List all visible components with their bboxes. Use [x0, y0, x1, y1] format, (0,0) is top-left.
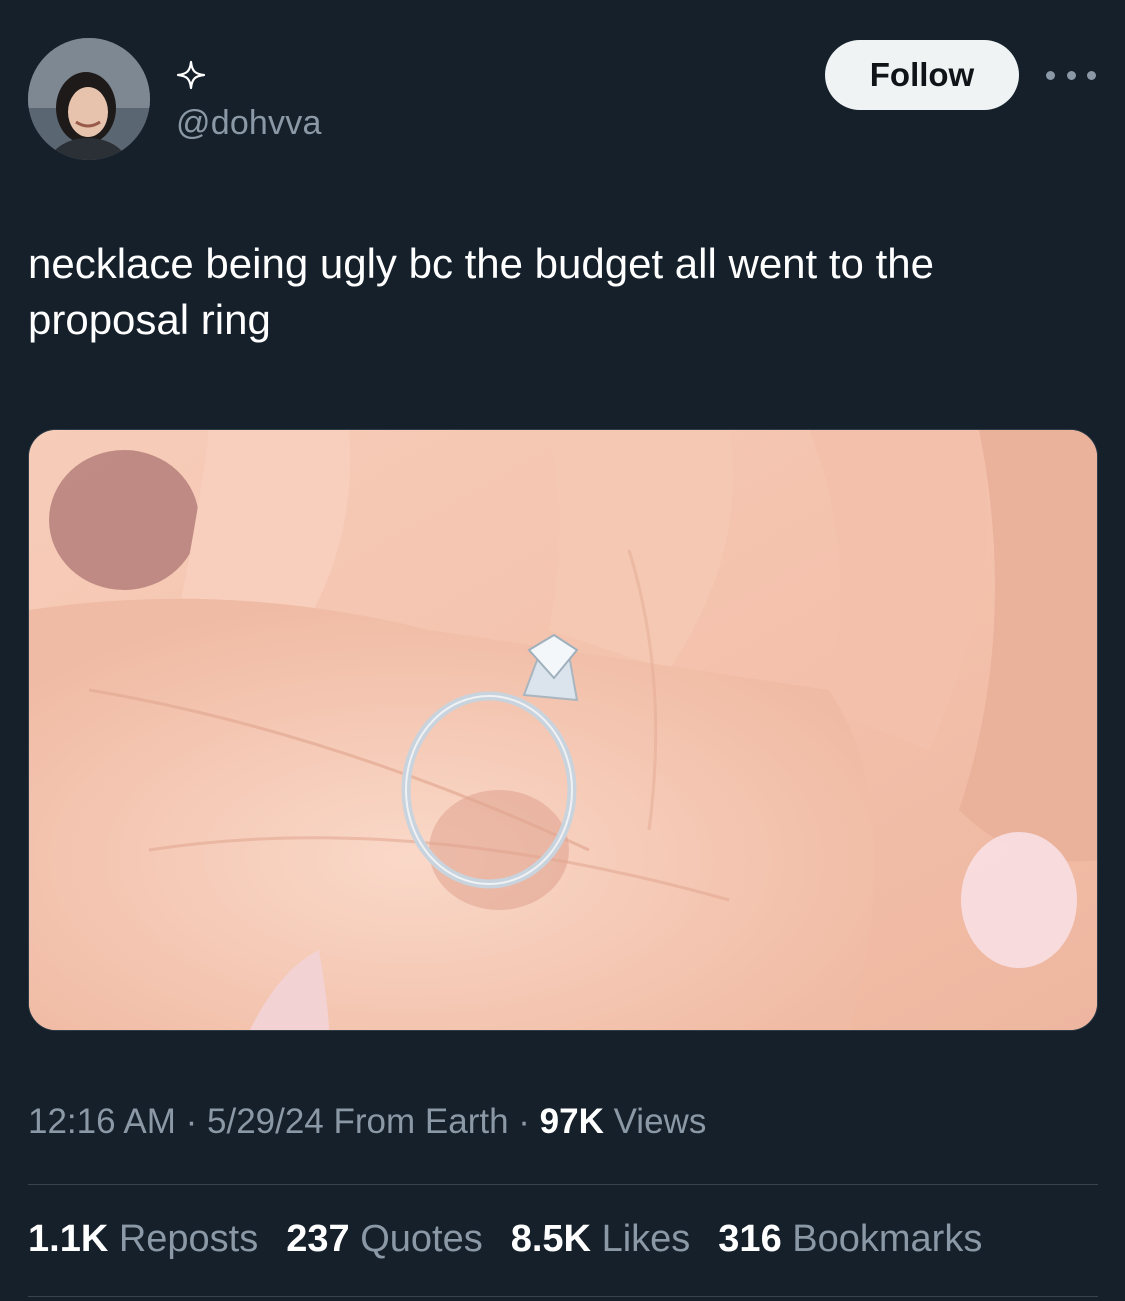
reposts-count: 1.1K: [28, 1218, 109, 1260]
quotes-stat[interactable]: 237 Quotes: [286, 1218, 482, 1261]
tweet-photo[interactable]: [28, 429, 1098, 1031]
engagement-stats: 1.1K Reposts 237 Quotes 8.5K Likes 316 B…: [28, 1218, 982, 1261]
bookmarks-count: 316: [718, 1218, 782, 1260]
reposts-label: Reposts: [108, 1218, 259, 1260]
views-count: 97K: [539, 1102, 604, 1141]
more-horizontal-icon: [1046, 70, 1055, 80]
likes-stat[interactable]: 8.5K Likes: [511, 1218, 691, 1261]
avatar-photo: [28, 38, 150, 160]
tweet-date[interactable]: 5/29/24: [207, 1102, 324, 1141]
bookmarks-label: Bookmarks: [781, 1218, 983, 1260]
divider: [28, 1184, 1098, 1185]
user-handle[interactable]: @dohvva: [176, 104, 322, 143]
tweet-time[interactable]: 12:16 AM: [28, 1102, 176, 1141]
tweet-source: From Earth: [323, 1102, 509, 1141]
likes-count: 8.5K: [510, 1218, 592, 1260]
likes-label: Likes: [591, 1218, 691, 1260]
follow-button[interactable]: Follow: [825, 40, 1019, 110]
display-name[interactable]: [176, 58, 206, 92]
tweet-text: necklace being ugly bc the budget all we…: [28, 240, 934, 343]
quotes-count: 237: [286, 1218, 350, 1260]
tweet-metadata: 12:16 AM · 5/29/24 From Earth · 97K View…: [28, 1102, 706, 1142]
ring-in-palm-photo: [29, 430, 1097, 1030]
meta-separator: ·: [508, 1102, 540, 1141]
more-horizontal-icon: [1066, 70, 1076, 80]
divider: [28, 1296, 1098, 1297]
more-options-button[interactable]: [1046, 58, 1096, 92]
reposts-stat[interactable]: 1.1K Reposts: [28, 1218, 258, 1261]
views-label: Views: [603, 1102, 707, 1141]
quotes-label: Quotes: [349, 1218, 483, 1260]
sparkle-icon: [176, 60, 206, 90]
more-horizontal-icon: [1087, 70, 1096, 80]
avatar[interactable]: [28, 38, 150, 160]
bookmarks-stat[interactable]: 316 Bookmarks: [718, 1218, 982, 1261]
tweet-card: @dohvva Follow necklace being ugly bc th…: [0, 0, 1125, 1301]
meta-separator: ·: [175, 1102, 207, 1141]
